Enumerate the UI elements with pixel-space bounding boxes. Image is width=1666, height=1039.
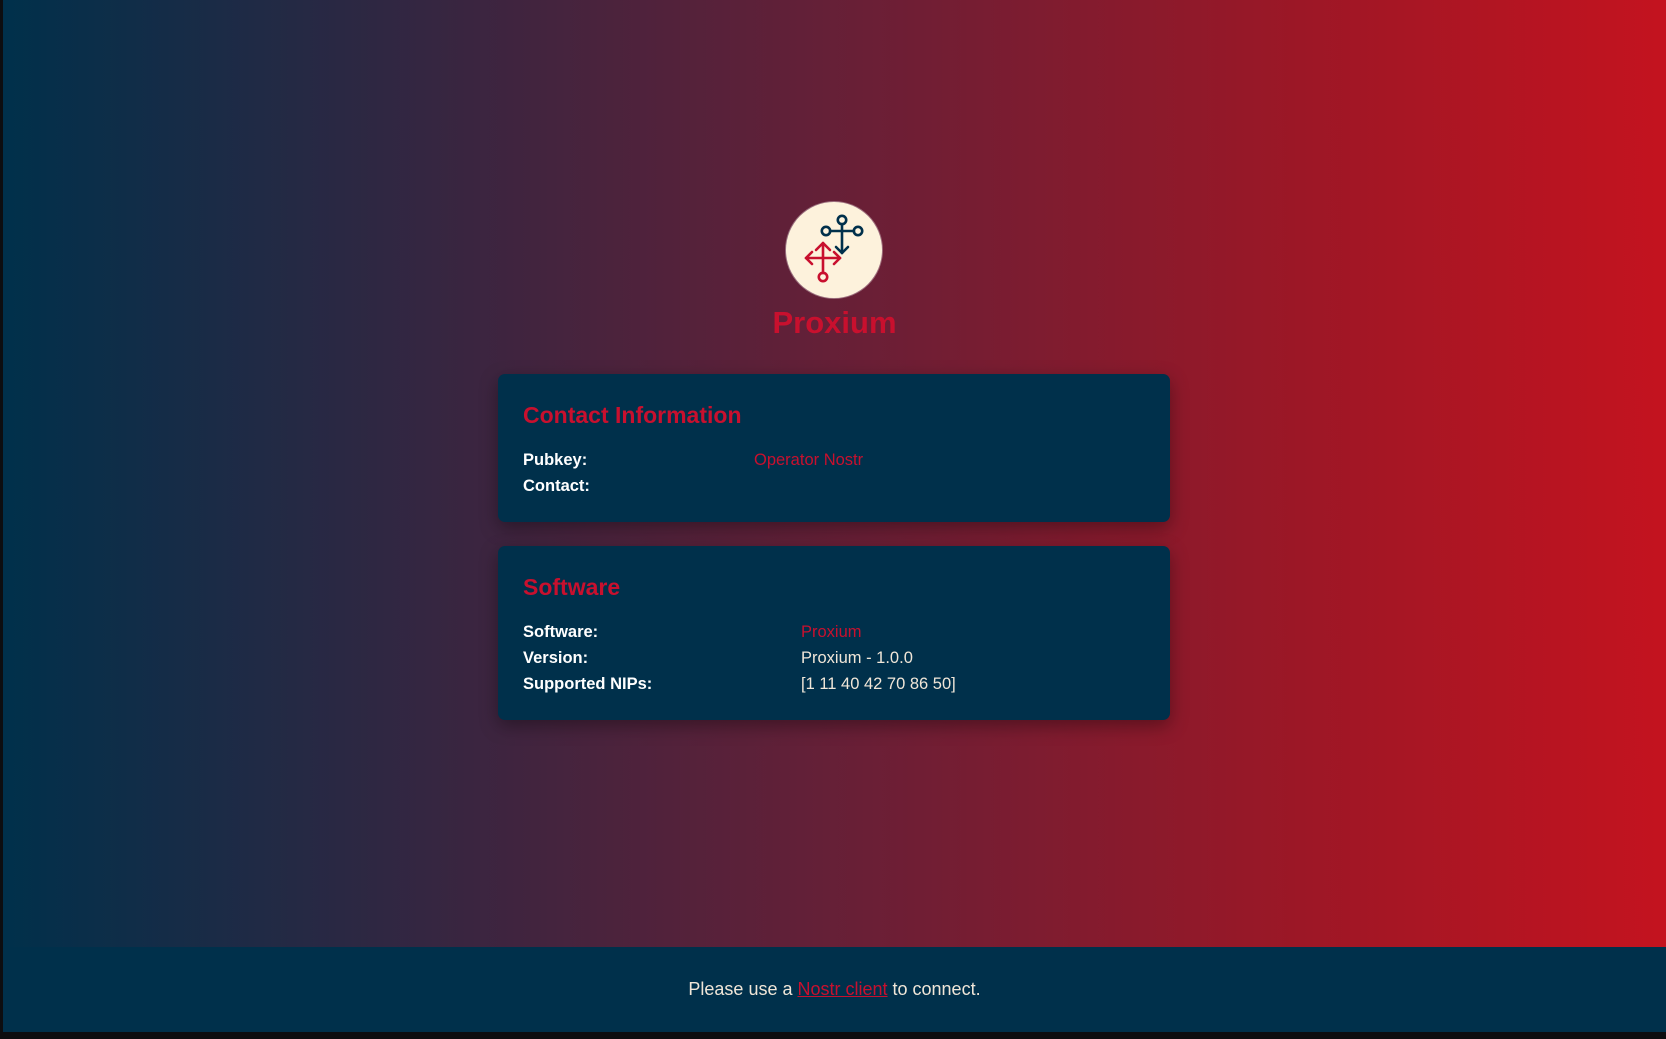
software-card-title: Software	[523, 574, 621, 600]
pubkey-label: Pubkey:	[523, 451, 588, 469]
footer-text-prefix: Please use a	[688, 979, 798, 999]
hero-background: Proxium Contact Information Pubkey: Oper…	[3, 0, 1666, 947]
footer-text-suffix: to connect.	[887, 979, 981, 999]
version-value: Proxium - 1.0.0	[801, 649, 913, 667]
contact-card-title: Contact Information	[523, 402, 742, 428]
pubkey-link[interactable]: Operator Nostr	[754, 448, 863, 472]
supported-nips-value: [1 11 40 42 70 86 50]	[801, 675, 956, 693]
relay-network-icon	[786, 202, 882, 298]
supported-nips-label: Supported NIPs:	[523, 675, 653, 693]
software-card: Software Software: Proxium Version: Prox…	[498, 546, 1170, 720]
nostr-client-link[interactable]: Nostr client	[797, 979, 887, 999]
version-label: Version:	[523, 649, 589, 667]
software-link[interactable]: Proxium	[801, 620, 862, 644]
footer: Please use a Nostr client to connect.	[3, 947, 1666, 1032]
contact-label: Contact:	[523, 477, 590, 495]
brand-name: Proxium	[772, 305, 897, 340]
software-label: Software:	[523, 623, 599, 641]
contact-information-card: Contact Information Pubkey: Operator Nos…	[498, 374, 1170, 522]
page: Proxium Contact Information Pubkey: Oper…	[3, 0, 1666, 1032]
